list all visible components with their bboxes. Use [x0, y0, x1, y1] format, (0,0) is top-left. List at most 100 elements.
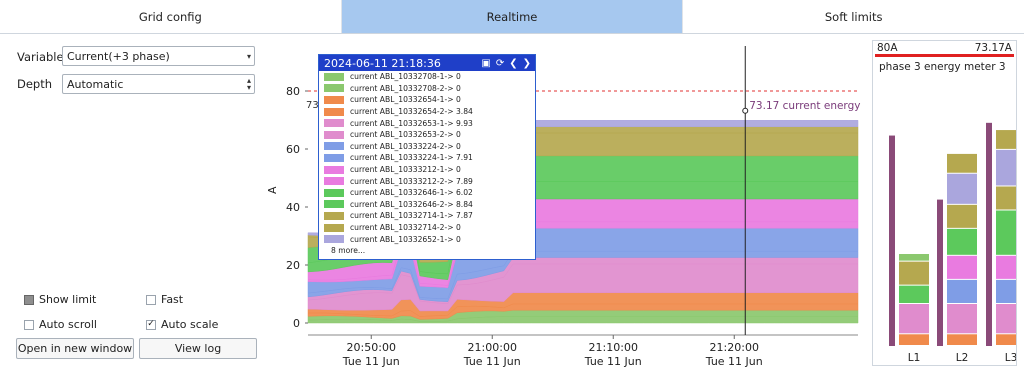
legend-label: current ABL_10332714-2-> 0	[350, 223, 461, 233]
legend-swatch	[324, 72, 344, 81]
phase-label: L2	[956, 352, 969, 363]
legend-row: current ABL_10332652-1-> 0	[319, 233, 535, 245]
depth-label: Depth	[17, 77, 53, 91]
phase-segment	[899, 261, 929, 285]
spin-arrows-icon[interactable]: ▴ ▾	[247, 77, 251, 92]
tab-grid-config[interactable]: Grid config	[0, 0, 341, 33]
legend-swatch	[324, 130, 344, 139]
phase-segment	[899, 334, 929, 345]
partial-value-label: 73	[306, 100, 319, 111]
tab-realtime[interactable]: Realtime	[340, 0, 683, 33]
legend-row: current ABL_10333224-2-> 0	[319, 141, 535, 153]
tab-bar: Grid config Realtime Soft limits	[0, 0, 1024, 34]
phase-segment	[947, 279, 977, 304]
phase-segment	[947, 304, 977, 334]
legend-swatch	[324, 235, 344, 244]
legend-row: current ABL_10332654-1-> 0	[319, 94, 535, 106]
legend-swatch	[324, 177, 344, 186]
check-icon: ✓	[146, 319, 156, 330]
legend-row: current ABL_10332646-2-> 8.84	[319, 199, 535, 211]
auto-scroll-checkbox[interactable]: Auto scroll	[24, 318, 97, 331]
phase-total-bar	[889, 135, 895, 346]
phase-segment	[996, 279, 1016, 304]
fit-icon[interactable]: ▣	[481, 58, 490, 69]
legend-row: current ABL_10332714-2-> 0	[319, 222, 535, 234]
phase-segment	[996, 255, 1016, 279]
phase-total-bar	[937, 199, 943, 346]
y-axis-label: A	[266, 186, 279, 194]
phase-segment	[899, 304, 929, 334]
legend-header: 2024-06-11 21:18:36 ▣ ⟳ ❮ ❯	[319, 55, 535, 71]
y-tick-label: 20	[286, 259, 300, 272]
legend-label: current ABL_10332708-2-> 0	[350, 83, 461, 93]
legend-row: current ABL_10332653-2-> 0	[319, 129, 535, 141]
auto-scroll-label: Auto scroll	[39, 318, 97, 331]
legend-label: current ABL_10332646-2-> 8.84	[350, 199, 473, 209]
phase-bars: L1 L2 L3	[889, 122, 1016, 363]
open-new-window-button[interactable]: Open in new window	[16, 338, 134, 359]
y-tick-label: 0	[293, 317, 300, 330]
phase-segment	[947, 173, 977, 204]
x-tick-date: Tue 11 Jun	[584, 355, 642, 368]
legend-row: current ABL_10332708-2-> 0	[319, 83, 535, 95]
legend-swatch	[324, 119, 344, 128]
variable-label: Variable	[17, 50, 64, 64]
legend-swatch	[324, 188, 344, 197]
legend-swatch	[324, 107, 344, 116]
refresh-icon[interactable]: ⟳	[496, 58, 504, 69]
legend-label: current ABL_10333224-2-> 0	[350, 141, 461, 151]
legend-row: current ABL_10332714-1-> 7.87	[319, 210, 535, 222]
view-log-button[interactable]: View log	[139, 338, 257, 359]
next-icon[interactable]: ❯	[523, 58, 531, 69]
legend-row: current ABL_10333224-1-> 7.91	[319, 152, 535, 164]
checkbox-icon	[24, 294, 34, 305]
variable-select[interactable]: Current(+3 phase) ▾	[62, 46, 255, 66]
cursor-label: 73.17 current energy me	[749, 100, 862, 112]
legend-swatch	[324, 200, 344, 209]
phase-segment	[996, 186, 1016, 210]
legend-label: current ABL_10333224-1-> 7.91	[350, 153, 473, 163]
legend-swatch	[324, 211, 344, 220]
legend-row: current ABL_10332646-1-> 6.02	[319, 187, 535, 199]
legend-row: current ABL_10332653-1-> 9.93	[319, 117, 535, 129]
auto-scale-checkbox[interactable]: ✓ Auto scale	[146, 318, 218, 331]
legend-label: current ABL_10332654-2-> 3.84	[350, 107, 473, 117]
phase-segment	[947, 204, 977, 228]
y-tick-label: 60	[286, 143, 300, 156]
panel-title: phase 3 energy meter 3	[879, 61, 1006, 73]
current-value: 73.17A	[974, 41, 1012, 54]
phase-label: L1	[908, 352, 921, 363]
depth-spinbox[interactable]: Automatic ▴ ▾	[62, 74, 255, 94]
phase-segment	[947, 255, 977, 279]
legend-row: current ABL_10333212-2-> 7.89	[319, 175, 535, 187]
legend-label: current ABL_10332714-1-> 7.87	[350, 211, 473, 221]
prev-icon[interactable]: ❮	[509, 58, 517, 69]
chevron-down-icon: ▾	[246, 52, 251, 61]
x-tick-time: 21:20:00	[710, 341, 759, 354]
legend-swatch	[324, 84, 344, 93]
show-limit-label: Show limit	[39, 293, 97, 306]
legend-swatch	[324, 142, 344, 151]
legend-label: current ABL_10333212-2-> 7.89	[350, 176, 473, 186]
legend-label: current ABL_10332646-1-> 6.02	[350, 188, 473, 198]
depth-value: Automatic	[67, 77, 124, 91]
show-limit-checkbox[interactable]: Show limit	[24, 293, 96, 306]
legend-swatch	[324, 165, 344, 174]
checkbox-icon	[146, 294, 156, 305]
legend-swatch	[324, 95, 344, 104]
x-tick-date: Tue 11 Jun	[342, 355, 400, 368]
legend-more-link[interactable]: 8 more...	[319, 246, 535, 255]
fast-label: Fast	[161, 293, 184, 306]
variable-select-value: Current(+3 phase)	[67, 49, 170, 63]
legend-swatch	[324, 223, 344, 232]
fast-checkbox[interactable]: Fast	[146, 293, 183, 306]
tab-soft-limits[interactable]: Soft limits	[682, 0, 1024, 33]
phase-segment	[996, 210, 1016, 255]
cursor-point	[742, 107, 749, 114]
phase-label: L3	[1005, 352, 1016, 363]
phase-segment	[996, 334, 1016, 345]
phase-segment	[947, 228, 977, 255]
legend-row: current ABL_10333212-1-> 0	[319, 164, 535, 176]
phase-panel: 80A 73.17A phase 3 energy meter 3 L1 L2 L3	[872, 40, 1017, 366]
x-tick-date: Tue 11 Jun	[463, 355, 521, 368]
